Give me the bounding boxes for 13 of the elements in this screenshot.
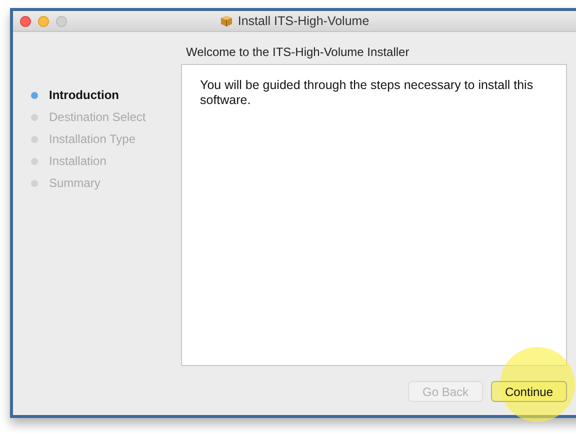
step-label: Summary <box>49 176 100 190</box>
step-label: Destination Select <box>49 110 146 124</box>
page-heading: Welcome to the ITS-High-Volume Installer <box>185 44 410 61</box>
minimize-icon[interactable] <box>38 16 49 26</box>
continue-button[interactable]: Continue <box>491 381 567 402</box>
close-icon[interactable] <box>20 16 31 26</box>
step-label: Installation Type <box>49 132 136 146</box>
window-title: Install ITS-High-Volume <box>238 14 370 28</box>
step-label: Introduction <box>49 88 119 102</box>
package-icon <box>220 15 233 27</box>
step-label: Installation <box>49 154 106 168</box>
zoom-icon[interactable] <box>56 16 67 26</box>
intro-text: You will be guided through the steps necessary to install this software. <box>200 78 534 108</box>
